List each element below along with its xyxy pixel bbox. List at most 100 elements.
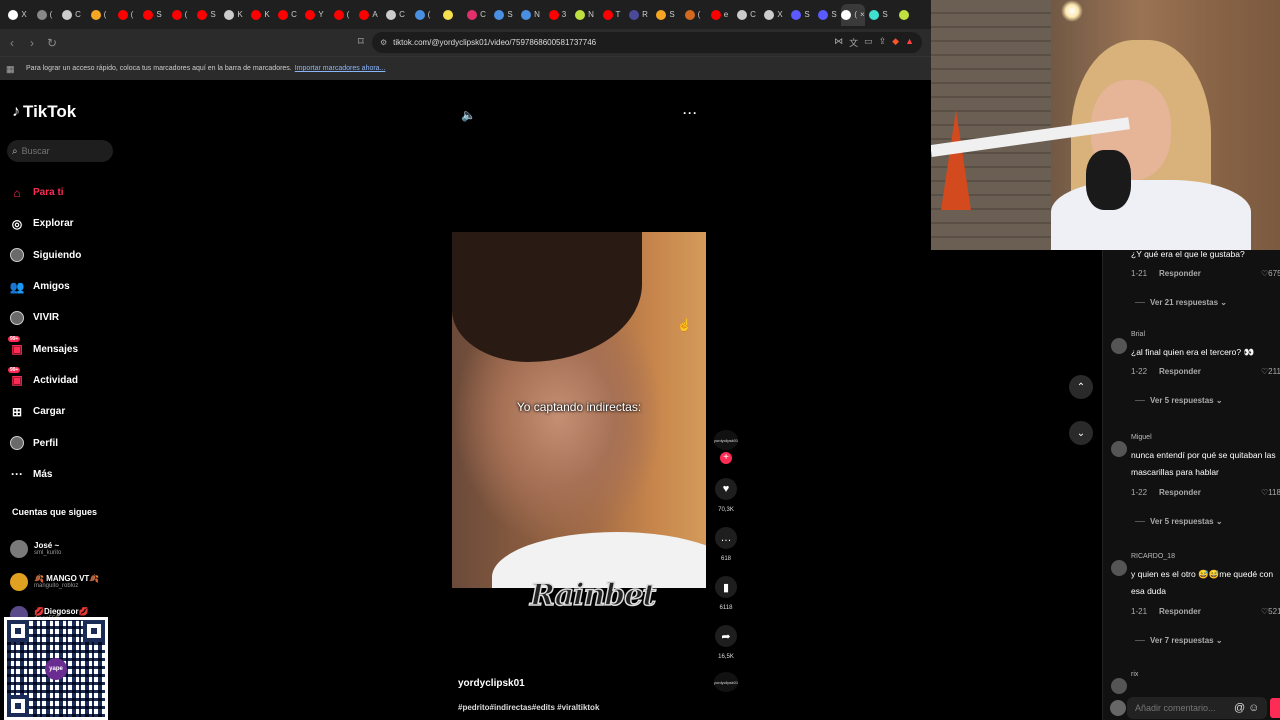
comment-action[interactable]: … 618 xyxy=(710,527,742,562)
browser-tab[interactable]: ( xyxy=(112,4,139,26)
comment-likes[interactable]: ♡211 xyxy=(1261,367,1280,376)
comment-likes[interactable]: ♡521 xyxy=(1261,607,1280,616)
like-action[interactable]: ♥ 70,3K xyxy=(710,478,742,513)
heart-icon[interactable]: ♥ xyxy=(715,478,737,500)
browser-tab[interactable]: S xyxy=(787,4,814,26)
reply-button[interactable]: Responder xyxy=(1159,488,1201,497)
browser-tab[interactable]: K xyxy=(220,4,247,26)
browser-tab[interactable]: S xyxy=(139,4,166,26)
browser-tab[interactable]: ( xyxy=(85,4,112,26)
browser-tab[interactable]: C xyxy=(274,4,301,26)
browser-tab[interactable]: Y xyxy=(301,4,328,26)
avatar[interactable] xyxy=(1111,441,1127,457)
post-comment-button[interactable] xyxy=(1270,698,1280,718)
comment-username[interactable]: Miguel xyxy=(1131,434,1152,441)
comment-input[interactable] xyxy=(1135,703,1231,713)
creator-avatar[interactable]: yordyclipsk01 xyxy=(714,430,738,450)
view-replies-button[interactable]: Ver 5 respuestas ⌄ xyxy=(1135,396,1223,405)
browser-tab[interactable]: (× xyxy=(841,3,865,26)
site-info-icon[interactable]: ⚙ xyxy=(380,38,387,47)
volume-icon[interactable]: 🔈 xyxy=(461,108,476,122)
reload-icon[interactable]: ↻ xyxy=(44,36,60,50)
browser-tab[interactable]: ( xyxy=(31,4,58,26)
bookmark-icon[interactable]: ⌑ xyxy=(358,35,364,48)
browser-tab[interactable]: e xyxy=(706,4,733,26)
reply-button[interactable]: Responder xyxy=(1159,367,1201,376)
browser-tab[interactable]: S xyxy=(490,4,517,26)
brave-shield-icon[interactable]: ◆ xyxy=(892,36,899,49)
address-bar[interactable]: ⚙ tiktok.com/@yordyclipsk01/video/759786… xyxy=(372,32,922,53)
sidebar-item-compass[interactable]: ◎ Explorar xyxy=(10,208,81,239)
sidebar-item-friends[interactable]: 👥 Amigos xyxy=(10,271,81,302)
sidebar-item-more[interactable]: ··· Más xyxy=(10,459,81,490)
comment-likes[interactable]: ♡118 xyxy=(1261,488,1280,497)
apps-grid-icon[interactable]: ▦ xyxy=(6,64,16,74)
sidebar-item-following-avatar[interactable]: Siguiendo xyxy=(10,240,81,271)
browser-tab[interactable]: R xyxy=(625,4,652,26)
browser-tab[interactable]: ( xyxy=(328,4,355,26)
bookmark-save-icon[interactable]: ▮ xyxy=(715,576,737,598)
emoji-icon[interactable]: ☺ xyxy=(1248,702,1259,714)
browser-tab[interactable]: ( xyxy=(679,4,706,26)
save-action[interactable]: ▮ 6118 xyxy=(710,576,742,611)
browser-tab[interactable]: C xyxy=(58,4,85,26)
share-icon[interactable]: ⇪ xyxy=(879,36,887,49)
video-player[interactable]: Yo captando indirectas: xyxy=(452,232,706,588)
sidebar-item-live[interactable]: VIVIR xyxy=(10,302,81,333)
previous-video-button[interactable]: ⌃ xyxy=(1069,375,1093,399)
comment-likes[interactable]: ♡675 xyxy=(1261,269,1280,278)
follow-plus-icon[interactable]: + xyxy=(720,452,732,464)
next-video-button[interactable]: ⌄ xyxy=(1069,421,1093,445)
back-icon[interactable]: ‹ xyxy=(4,36,20,50)
browser-tab[interactable]: X xyxy=(760,4,787,26)
search-box[interactable]: ⌕ xyxy=(7,140,113,162)
browser-tab[interactable]: ( xyxy=(409,4,436,26)
view-replies-button[interactable]: Ver 5 respuestas ⌄ xyxy=(1135,517,1223,526)
media-control-icon[interactable]: ⋈ xyxy=(834,36,843,49)
browser-tab[interactable]: C xyxy=(463,4,490,26)
browser-tab[interactable]: S xyxy=(193,4,220,26)
browser-tab[interactable]: X xyxy=(4,4,31,26)
tiktok-logo[interactable]: ♪ TikTok xyxy=(12,102,76,122)
sidebar-item-upload[interactable]: ⊞ Cargar xyxy=(10,396,81,427)
comment-username[interactable]: Brial xyxy=(1131,331,1145,338)
mention-icon[interactable]: @ xyxy=(1234,702,1245,714)
video-author[interactable]: yordyclipsk01 xyxy=(458,678,525,689)
following-account[interactable]: 🍂 MANGO VT🍂 manguito_robloz xyxy=(10,565,99,598)
sidebar-item-messages[interactable]: ▣ Mensajes xyxy=(8,333,81,364)
browser-tab[interactable]: C xyxy=(733,4,760,26)
avatar[interactable] xyxy=(1111,560,1127,576)
browser-tab[interactable]: N xyxy=(571,4,598,26)
forward-icon[interactable]: › xyxy=(24,36,40,50)
reply-button[interactable]: Responder xyxy=(1159,269,1201,278)
browser-tab[interactable]: C xyxy=(382,4,409,26)
translate-icon[interactable]: 文 xyxy=(849,36,858,49)
browser-tab[interactable]: 3 xyxy=(544,4,571,26)
comment-box[interactable]: @ ☺ xyxy=(1127,697,1267,719)
video-hashtags[interactable]: #pedrito#indirectas#edits #viraltiktok xyxy=(458,703,599,712)
view-replies-button[interactable]: Ver 7 respuestas ⌄ xyxy=(1135,636,1223,645)
avatar[interactable] xyxy=(1111,678,1127,694)
following-account[interactable]: José ~ sml_kurito xyxy=(10,532,99,565)
browser-tab[interactable]: S xyxy=(865,4,892,26)
reply-button[interactable]: Responder xyxy=(1159,607,1201,616)
browser-tab[interactable]: ( xyxy=(166,4,193,26)
comment-username[interactable]: RICARDO_18 xyxy=(1131,553,1175,560)
sound-disc-icon[interactable]: yordyclipsk01 xyxy=(714,672,738,692)
search-input[interactable] xyxy=(21,146,102,156)
browser-tab[interactable]: S xyxy=(814,4,841,26)
sidebar-item-home[interactable]: ⌂ Para ti xyxy=(10,177,81,208)
import-bookmarks-link[interactable]: Importar marcadores ahora... xyxy=(295,65,386,72)
browser-tab[interactable]: A xyxy=(355,4,382,26)
share-arrow-icon[interactable]: ➦ xyxy=(715,625,737,647)
cast-icon[interactable]: ▭ xyxy=(864,36,873,49)
comment-username[interactable]: rix xyxy=(1131,671,1138,678)
view-replies-button[interactable]: Ver 21 respuestas ⌄ xyxy=(1135,298,1227,307)
browser-tab[interactable]: T xyxy=(598,4,625,26)
avatar[interactable] xyxy=(1111,338,1127,354)
browser-tab[interactable] xyxy=(436,4,463,26)
browser-tab[interactable]: K xyxy=(247,4,274,26)
sidebar-item-profile-avatar[interactable]: Perfil xyxy=(10,427,81,458)
browser-tab[interactable]: N xyxy=(517,4,544,26)
browser-tab[interactable] xyxy=(892,4,919,26)
